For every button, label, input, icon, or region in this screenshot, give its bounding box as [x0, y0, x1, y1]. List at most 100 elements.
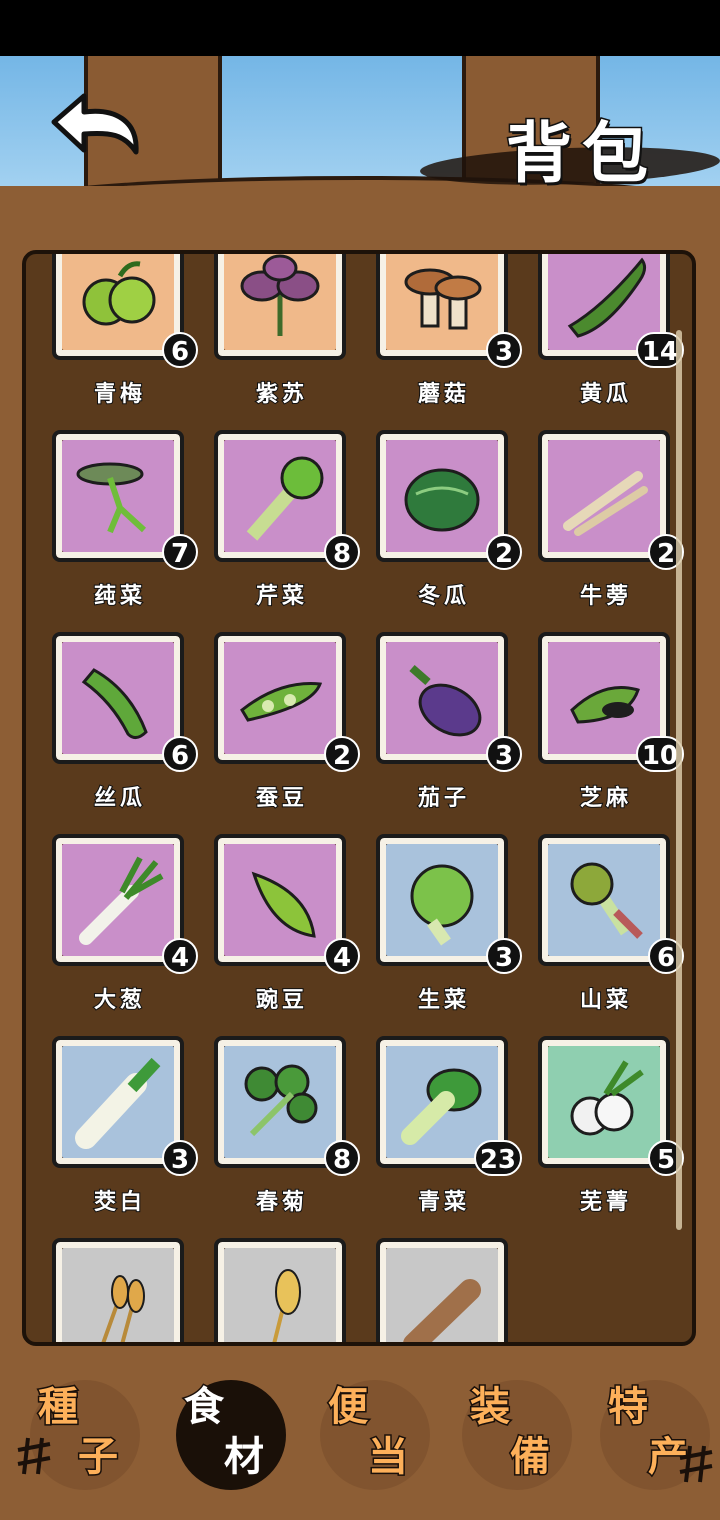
- inventory-item[interactable]: 4 大葱: [52, 834, 198, 1024]
- winter-melon-icon: [404, 468, 480, 532]
- tab-4[interactable]: 特产: [590, 1360, 720, 1510]
- item-tile: [52, 1238, 184, 1342]
- item-count-badge: 3: [486, 332, 522, 368]
- pea-icon: [251, 871, 316, 938]
- tab-char-2: 材: [223, 1432, 266, 1482]
- inventory-item[interactable]: 6 青梅: [52, 254, 198, 418]
- inventory-item[interactable]: [214, 1238, 350, 1342]
- item-name: 莼菜: [93, 582, 146, 610]
- inventory-item[interactable]: 3 茄子: [376, 632, 522, 822]
- inventory-item[interactable]: 6 山菜: [538, 834, 684, 1024]
- cucumber-icon: [567, 257, 647, 338]
- item-count-badge: 4: [162, 938, 198, 974]
- yam-icon: [403, 1279, 481, 1342]
- barley-icon: [272, 1269, 301, 1342]
- inventory-item[interactable]: 2 冬瓜: [376, 430, 522, 620]
- inventory-item[interactable]: 5 芜菁: [538, 1036, 684, 1226]
- inventory-item[interactable]: [52, 1238, 188, 1342]
- tab-3[interactable]: 装備: [452, 1360, 582, 1510]
- tab-1[interactable]: 食材: [166, 1360, 296, 1510]
- item-count-badge: 3: [162, 1140, 198, 1176]
- inventory-item[interactable]: 8 芹菜: [214, 430, 360, 620]
- item-count-badge: 4: [324, 938, 360, 974]
- tab-char-2: 子: [77, 1432, 120, 1482]
- item-tile: [214, 254, 346, 360]
- eggplant-icon: [409, 664, 482, 737]
- inventory-item[interactable]: 紫苏: [214, 254, 350, 418]
- turnip-icon: [570, 1060, 644, 1136]
- hash-mark-right: [679, 1445, 713, 1483]
- item-count-badge: 7: [162, 534, 198, 570]
- water-bamboo-icon: [75, 1057, 161, 1149]
- loofah-icon: [81, 668, 148, 739]
- scallion-icon: [79, 856, 164, 945]
- inventory-item[interactable]: 3 生菜: [376, 834, 522, 1024]
- wheat-icon: [101, 1275, 145, 1342]
- item-name: 黄瓜: [579, 380, 632, 408]
- item-name: 茄子: [417, 784, 470, 812]
- tab-char-2: 当: [367, 1432, 410, 1482]
- inventory-item[interactable]: 3 茭白: [52, 1036, 198, 1226]
- broad-bean-icon: [240, 682, 323, 722]
- category-tabs: 種子食材便当装備特产: [0, 1360, 720, 1520]
- item-name: 芜菁: [579, 1188, 632, 1216]
- inventory-item[interactable]: 10 芝麻: [538, 632, 684, 822]
- inventory-item[interactable]: 3 蘑菇: [376, 254, 522, 418]
- inventory-item[interactable]: 4 豌豆: [214, 834, 360, 1024]
- hash-mark-left: [17, 1437, 51, 1475]
- item-name: 山菜: [579, 986, 632, 1014]
- green-plum-icon: [82, 261, 156, 326]
- inventory-item[interactable]: 2 蚕豆: [214, 632, 360, 822]
- tab-char-1: 食: [183, 1382, 226, 1432]
- crown-daisy-icon: [244, 1064, 318, 1137]
- item-tile: [214, 1238, 346, 1342]
- scrollbar[interactable]: [676, 330, 682, 1230]
- water-shield-icon: [76, 462, 147, 534]
- inventory-item[interactable]: 7 莼菜: [52, 430, 198, 620]
- status-bar: [0, 0, 720, 56]
- inventory-item[interactable]: [376, 1238, 512, 1342]
- inventory-item[interactable]: 2 牛蒡: [538, 430, 684, 620]
- tab-2[interactable]: 便当: [310, 1360, 440, 1510]
- item-count-badge: 6: [162, 332, 198, 368]
- item-count-badge: 8: [324, 1140, 360, 1176]
- item-name: 春菊: [255, 1188, 308, 1216]
- tab-char-1: 種: [37, 1382, 80, 1432]
- item-name: 紫苏: [255, 380, 308, 408]
- item-count-badge: 3: [486, 938, 522, 974]
- wild-vegetable-icon: [570, 862, 643, 939]
- tab-char-1: 装: [469, 1382, 512, 1432]
- item-name: 芹菜: [255, 582, 308, 610]
- item-count-badge: 2: [486, 534, 522, 570]
- item-tile: [376, 1238, 508, 1342]
- item-count-badge: 3: [486, 736, 522, 772]
- item-name: 蘑菇: [417, 380, 470, 408]
- tab-char-1: 便: [327, 1382, 370, 1432]
- tab-0[interactable]: 種子: [20, 1360, 150, 1510]
- item-name: 豌豆: [255, 986, 308, 1014]
- item-name: 大葱: [93, 986, 146, 1014]
- inventory-item[interactable]: 14 黄瓜: [538, 254, 684, 418]
- back-button[interactable]: [44, 92, 144, 168]
- item-grid: 6 青梅 紫苏 3 蘑菇 14 黄瓜 7 莼菜 8 芹菜 2 冬瓜 2 牛蒡 6 丝瓜 2 蚕豆 3 茄子 10 芝麻 4 大葱…: [26, 254, 692, 1342]
- title-area: 背包: [419, 100, 720, 194]
- inventory-item[interactable]: 6 丝瓜: [52, 632, 198, 822]
- mushroom-icon: [404, 268, 482, 330]
- perilla-icon: [240, 254, 320, 336]
- burdock-icon: [563, 471, 648, 536]
- lettuce-icon: [410, 864, 474, 946]
- item-count-badge: 23: [473, 1140, 522, 1176]
- page-title: 背包: [505, 113, 658, 194]
- item-count-badge: 2: [324, 736, 360, 772]
- inventory-item[interactable]: 8 春菊: [214, 1036, 360, 1226]
- item-name: 蚕豆: [255, 784, 308, 812]
- tab-char-2: 備: [509, 1432, 552, 1482]
- inventory-panel: 6 青梅 紫苏 3 蘑菇 14 黄瓜 7 莼菜 8 芹菜 2 冬瓜 2 牛蒡 6 丝瓜 2 蚕豆 3 茄子 10 芝麻 4 大葱…: [22, 250, 696, 1346]
- item-name: 丝瓜: [93, 784, 146, 812]
- back-arrow-icon: [51, 93, 139, 155]
- item-name: 青梅: [93, 380, 146, 408]
- inventory-item[interactable]: 23 青菜: [376, 1036, 522, 1226]
- item-name: 牛蒡: [579, 582, 632, 610]
- sesame-icon: [570, 686, 640, 724]
- item-name: 茭白: [93, 1188, 146, 1216]
